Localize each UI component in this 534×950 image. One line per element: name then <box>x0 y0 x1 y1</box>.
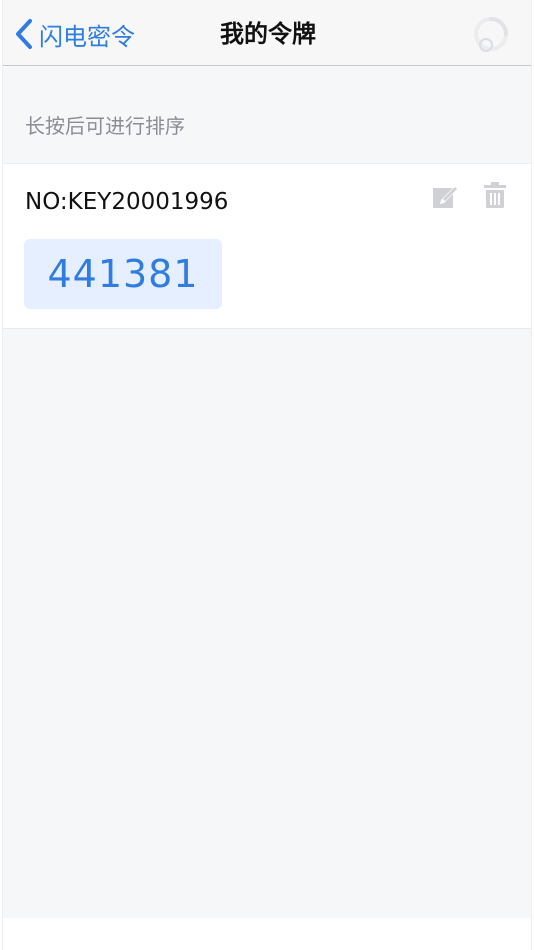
token-code: 441381 <box>47 252 199 296</box>
edit-icon[interactable] <box>431 182 459 210</box>
token-id-label: NO:KEY20001996 <box>25 189 229 215</box>
token-card[interactable]: NO:KEY20001996 441381 <box>3 163 531 329</box>
back-button[interactable]: 闪电密令 <box>13 16 135 52</box>
token-code-box[interactable]: 441381 <box>24 239 222 309</box>
back-button-label: 闪电密令 <box>39 22 135 51</box>
app-screen: 闪电密令 我的令牌 长按后可进行排序 NO:KEY20001996 441381 <box>2 0 532 950</box>
chevron-left-icon <box>16 19 32 49</box>
bottom-bar <box>3 918 531 950</box>
trash-icon[interactable] <box>483 181 507 209</box>
loading-icon <box>474 17 508 52</box>
sort-hint-text: 长按后可进行排序 <box>25 114 185 138</box>
navigation-bar: 闪电密令 我的令牌 <box>3 0 531 66</box>
